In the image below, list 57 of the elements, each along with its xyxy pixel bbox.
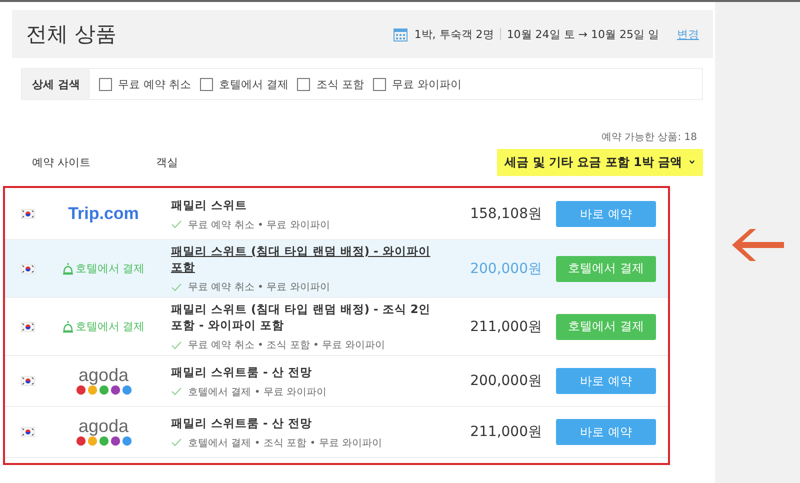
available-count: 예약 가능한 상품: 18 [600,131,698,144]
checkbox[interactable] [98,78,112,90]
offer-row[interactable]: agoda 패밀리 스위트룸 - 산 전망 호텔에서 결제 • 무료 와이파이 200,000원 바로 예약 [5,356,668,407]
site-logo: agoda [74,417,132,447]
filter-label: 상세 검색 [22,69,90,99]
flag-icon [21,376,35,386]
column-header: 예약 사이트 [31,154,92,170]
room-features: 무료 예약 취소 • 무료 와이파이 [188,281,330,294]
room-name[interactable]: 패밀리 스위트 [171,196,442,212]
arrow-icon [730,227,786,263]
check-icon [171,387,182,396]
caret-icon: › [686,160,700,164]
bell-icon [62,320,74,333]
room-name[interactable]: 패밀리 스위트 (침대 타입 랜덤 배정) - 와이파이 포함 [171,243,442,275]
filter-option[interactable]: 무료 예약 취소 [98,76,191,92]
dots-icon [74,435,132,447]
offer-row[interactable]: agoda 패밀리 스위트룸 - 산 전망 호텔에서 결제 • 조식 포함 • 무료 와이파이 211,000원 바로 예약 [5,407,668,458]
site-logo: 호텔에서 결제 [62,319,145,334]
column-header: 객실 [156,154,179,170]
site-logo: agoda [74,366,132,396]
stay-info: 1박, 투숙객 2명 [414,26,494,42]
room-features: 호텔에서 결제 • 무료 와이파이 [188,386,327,398]
site-logo: 호텔에서 결제 [62,261,145,276]
room-features: 호텔에서 결제 • 조식 포함 • 무료 와이파이 [188,436,382,450]
page-title: 전체 상품 [26,21,118,48]
filter-option[interactable]: 조식 포함 [297,76,364,92]
room-features: 무료 예약 취소 • 조식 포함 • 무료 와이파이 [188,339,386,352]
calendar-icon [393,26,408,42]
site-logo: Trip.com [68,204,139,224]
dots-icon [74,384,132,396]
check-icon [171,282,182,292]
price: 200,000원 [469,260,543,278]
checkbox[interactable] [297,78,310,90]
flag-icon [21,322,35,332]
room-name[interactable]: 패밀리 스위트룸 - 산 전망 [171,414,442,430]
filter-option[interactable]: 무료 와이파이 [372,76,462,92]
bell-icon [62,262,74,275]
price: 200,000원 [469,372,543,390]
offer-row[interactable]: 호텔에서 결제 패밀리 스위트 (침대 타입 랜덤 배정) - 와이파이 포함 무료 예약 취소 • 무료 와이파이 200,000원 호텔에서 결제 [5,240,668,298]
price-sort-button[interactable]: 세금 및 기타 요금 포함 1박 금액 › [496,148,703,176]
offer-row[interactable]: 호텔에서 결제 패밀리 스위트 (침대 타입 랜덤 배정) - 조식 2인 포함 - 와이파이 포함 무료 예약 취소 • 조식 포함 • 무료 와이파이 211,000원 호텔에서 결제 [5,298,668,356]
check-icon [171,220,182,229]
check-icon [171,438,182,447]
checkbox[interactable] [372,78,386,90]
flag-icon [21,264,35,274]
checkbox[interactable] [200,78,213,90]
flag-icon [21,209,35,219]
room-name[interactable]: 패밀리 스위트룸 - 산 전망 [171,364,442,380]
check-icon [171,340,182,350]
filter-option[interactable]: 호텔에서 결제 [200,76,288,92]
price: 158,108원 [469,205,543,223]
room-features: 무료 예약 취소 • 무료 와이파이 [188,218,330,232]
room-name[interactable]: 패밀리 스위트 (침대 타입 랜덤 배정) - 조식 2인 포함 - 와이파이 포함 [171,301,442,333]
price: 211,000원 [469,423,543,441]
flag-icon [21,427,35,437]
price: 211,000원 [469,318,543,336]
date-range: 10월 24일 토 → 10월 25일 일 [506,26,659,42]
